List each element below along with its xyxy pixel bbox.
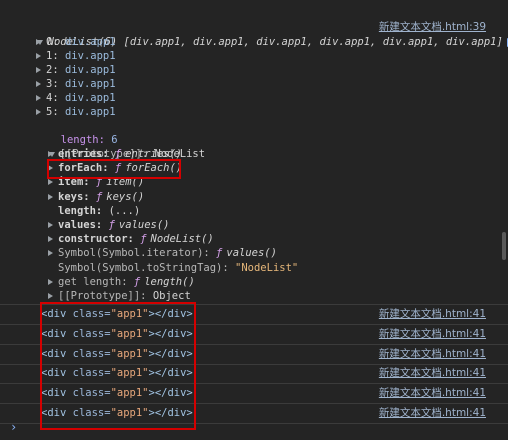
scrollbar-thumb[interactable] bbox=[502, 232, 506, 260]
member-value: length() bbox=[144, 275, 195, 288]
expand-arrow-icon[interactable] bbox=[48, 293, 53, 299]
expand-arrow-icon[interactable] bbox=[36, 53, 41, 59]
nodelist-item-row[interactable]: 3: div.app1 bbox=[0, 77, 508, 91]
source-link[interactable]: 新建文本文档.html:41 bbox=[379, 347, 486, 361]
log-header-row: 新建文本文档.html:39 bbox=[0, 6, 508, 33]
member-value: Object bbox=[152, 290, 191, 302]
highlight-box-foreach bbox=[47, 159, 181, 179]
member-value: keys() bbox=[106, 190, 145, 203]
nodelist-summary-row[interactable]: NodeList(6) [div.app1, div.app1, div.app… bbox=[0, 21, 508, 48]
expand-arrow-icon[interactable] bbox=[48, 179, 53, 186]
member-key: constructor: bbox=[58, 233, 134, 246]
source-link[interactable]: 新建文本文档.html:41 bbox=[379, 327, 486, 341]
item-index: 1: bbox=[46, 50, 59, 62]
expand-arrow-icon[interactable] bbox=[36, 39, 41, 45]
prototype-member-row[interactable]: Symbol(Symbol.iterator): ƒ values() bbox=[0, 246, 508, 260]
prototype-member-row[interactable]: keys: ƒ keys() bbox=[0, 190, 508, 204]
console-prompt-icon[interactable]: › bbox=[10, 420, 17, 434]
source-link[interactable]: 新建文本文档.html:41 bbox=[379, 307, 486, 321]
expand-arrow-icon[interactable] bbox=[48, 151, 53, 157]
expand-arrow-icon[interactable] bbox=[48, 193, 53, 200]
member-key: get length: bbox=[58, 275, 128, 288]
nodelist-item-row[interactable]: 4: div.app1 bbox=[0, 91, 508, 105]
item-value: div.app1 bbox=[64, 106, 116, 118]
member-value: values() bbox=[226, 247, 277, 260]
item-index: 0: bbox=[46, 36, 59, 48]
prototype-member-row[interactable]: get length: ƒ length() bbox=[0, 275, 508, 289]
nodelist-item-row[interactable]: 1: div.app1 bbox=[0, 49, 508, 63]
prototype-member-row[interactable]: Symbol(Symbol.toStringTag): "NodeList" bbox=[0, 261, 508, 275]
item-value: div.app1 bbox=[64, 50, 116, 62]
function-icon: ƒ bbox=[140, 233, 147, 246]
function-icon: ƒ bbox=[216, 247, 223, 260]
member-value: values() bbox=[118, 219, 170, 231]
expand-arrow-icon[interactable] bbox=[36, 109, 41, 115]
member-key: keys: bbox=[58, 190, 90, 203]
nodelist-item-row[interactable]: 5: div.app1 bbox=[0, 105, 508, 119]
item-index: 4: bbox=[46, 92, 59, 104]
expand-arrow-icon[interactable] bbox=[36, 95, 41, 101]
member-value: "NodeList" bbox=[235, 261, 299, 274]
expand-arrow-icon[interactable] bbox=[48, 236, 53, 243]
item-value: div.app1 bbox=[64, 36, 116, 48]
member-key: length: bbox=[58, 204, 103, 217]
item-index: 2: bbox=[46, 64, 59, 76]
source-link[interactable]: 新建文本文档.html:41 bbox=[379, 406, 486, 420]
source-link[interactable]: 新建文本文档.html:41 bbox=[379, 366, 486, 380]
item-value: div.app1 bbox=[64, 64, 116, 76]
function-icon: ƒ bbox=[95, 190, 103, 203]
item-index: 5: bbox=[46, 106, 59, 118]
member-key: values: bbox=[58, 219, 103, 231]
member-key: Symbol(Symbol.iterator): bbox=[58, 247, 210, 260]
item-value: div.app1 bbox=[64, 78, 116, 90]
prototype-member-row[interactable]: [[Prototype]]: Object bbox=[0, 289, 508, 303]
prototype-member-row[interactable]: length: (...) bbox=[0, 204, 508, 218]
function-icon: ƒ bbox=[133, 275, 141, 288]
expand-arrow-icon[interactable] bbox=[36, 81, 41, 87]
prototype-member-row[interactable]: values: ƒ values() bbox=[0, 218, 508, 232]
nodelist-item-row[interactable]: 2: div.app1 bbox=[0, 63, 508, 77]
member-key: [[Prototype]]: bbox=[58, 290, 147, 302]
expand-arrow-icon[interactable] bbox=[48, 250, 53, 257]
highlight-box-logged-elements bbox=[40, 302, 196, 430]
expand-arrow-icon[interactable] bbox=[48, 278, 53, 285]
length-row: length: 6 bbox=[0, 119, 508, 146]
expand-arrow-icon[interactable] bbox=[48, 222, 53, 228]
item-index: 3: bbox=[46, 78, 59, 90]
function-icon: ƒ bbox=[108, 219, 115, 231]
source-link[interactable]: 新建文本文档.html:41 bbox=[379, 386, 486, 400]
member-value: (...) bbox=[108, 204, 141, 217]
nodelist-item-row[interactable]: 0: div.app1 bbox=[0, 35, 508, 49]
prototype-member-row[interactable]: constructor: ƒ NodeList() bbox=[0, 232, 508, 246]
member-value: NodeList() bbox=[150, 233, 214, 246]
expand-arrow-icon[interactable] bbox=[36, 67, 41, 73]
prototype-row[interactable]: [[Prototype]]: NodeList bbox=[0, 133, 508, 160]
member-key: Symbol(Symbol.toStringTag): bbox=[58, 261, 229, 274]
item-value: div.app1 bbox=[64, 92, 116, 104]
